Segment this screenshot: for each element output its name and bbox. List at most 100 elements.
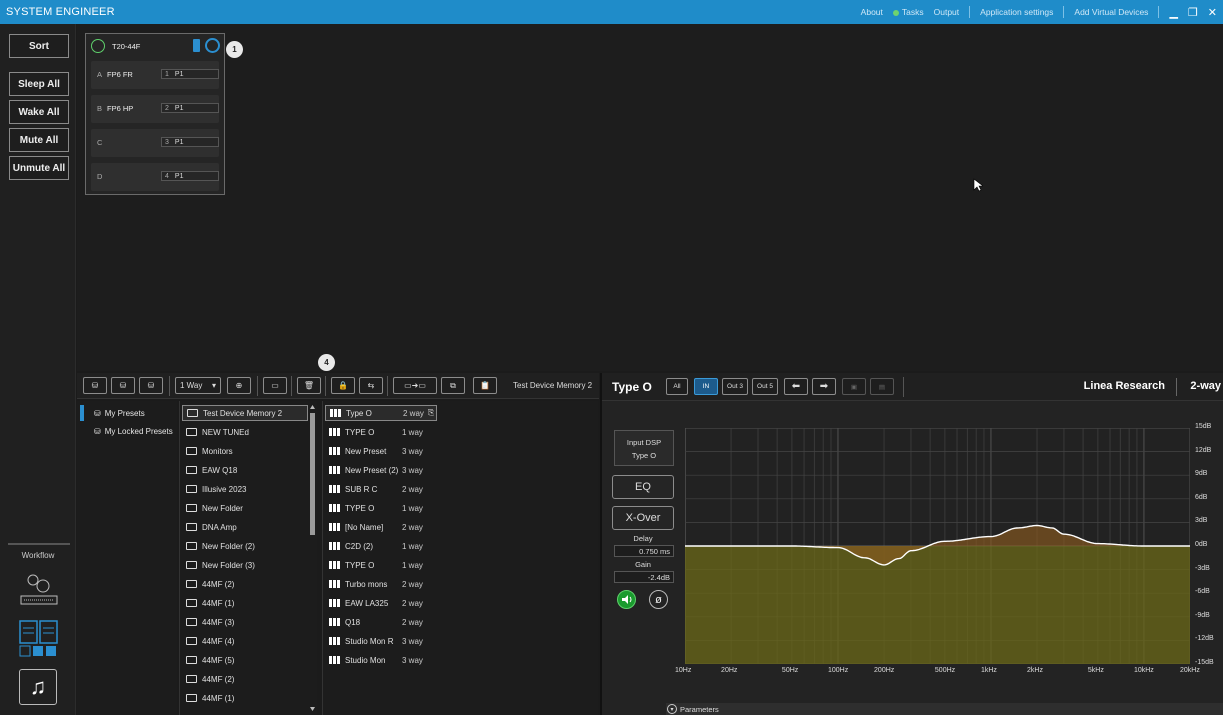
copy-icon[interactable]: ⧉ [441,377,465,394]
preset-row[interactable]: EAW LA325 2 way [325,595,437,611]
preset-name: [No Name] [345,522,384,532]
close-icon[interactable]: ✕ [1208,6,1217,19]
music-note-icon[interactable]: ♫ [19,669,57,705]
grid-icon [329,561,341,569]
load-icon[interactable]: ▤ [870,378,894,395]
device-card[interactable]: T20-44F A FP6 FR 1 P1 B FP6 HP 2 P1 C 3 P1 … [85,33,225,195]
menu-divider [1063,6,1065,18]
folder-scrollbar[interactable] [309,403,316,715]
channel-preset-box[interactable]: 3 P1 [161,137,219,147]
tab-out-5[interactable]: Out 5 [752,378,778,395]
folder-row[interactable]: Monitors [182,443,308,459]
menu-about[interactable]: About [861,7,883,17]
gain-field[interactable]: -2.4dB [614,571,674,583]
database-sync-icon[interactable]: ⛁ [111,377,135,394]
preset-type: 2 way [402,579,423,589]
delete-icon[interactable]: 🗑 [297,377,321,394]
channel-number: 1 [165,71,169,78]
folder-row[interactable]: Illusive 2023 [182,481,308,497]
workflow-settings-icon[interactable] [19,572,59,606]
preset-row[interactable]: SUB R C 2 way [325,481,437,497]
speaker-icon[interactable] [617,590,636,609]
preset-row[interactable]: [No Name] 2 way [325,519,437,535]
preset-row[interactable]: Type O 2 way ⎘ [325,405,437,421]
x-tick-label: 20Hz [721,667,738,674]
menu-tasks[interactable]: Tasks [892,7,924,17]
tab-out-3[interactable]: Out 3 [722,378,748,395]
folder-row[interactable]: 44MF (1) [182,595,308,611]
folder-row[interactable]: 44MF (2) [182,671,308,687]
xover-button[interactable]: X-Over [612,506,674,530]
cursor-icon [973,178,983,192]
preset-row[interactable]: Studio Mon R 3 way [325,633,437,649]
folder-row[interactable]: 44MF (5) [182,652,308,668]
input-dsp-label: Input DSP [626,438,662,447]
phase-invert-icon[interactable]: ø [649,590,668,609]
preset-row[interactable]: TYPE O 1 way [325,424,437,440]
folder-row[interactable]: EAW Q18 [182,462,308,478]
preset-row[interactable]: TYPE O 1 way [325,500,437,516]
input-dsp-box[interactable]: Input DSP Type O [614,430,674,466]
workflow-layout-icon[interactable] [19,620,59,658]
device-power-icon[interactable] [205,38,220,53]
new-folder-icon[interactable]: ▭ [263,377,287,394]
preset-row[interactable]: Studio Mon 3 way [325,652,437,668]
menu-add-virtual-devices[interactable]: Add Virtual Devices [1074,7,1148,17]
channel-preset-box[interactable]: 1 P1 [161,69,219,79]
preset-row[interactable]: Turbo mons 2 way [325,576,437,592]
folder-row[interactable]: 44MF (1) [182,690,308,706]
menu-application-settings[interactable]: Application settings [980,7,1053,17]
folder-row[interactable]: 44MF (4) [182,633,308,649]
preset-row[interactable]: TYPE O 1 way [325,557,437,573]
edit-preset-icon[interactable]: ⎘ [428,408,434,418]
folder-row[interactable]: Test Device Memory 2 [182,405,308,421]
tab-all[interactable]: All [666,378,688,395]
folder-row[interactable]: DNA Amp [182,519,308,535]
unmute-all-button[interactable]: Unmute All [9,156,69,180]
restore-icon[interactable]: ❐ [1188,6,1198,19]
channel-preset: P1 [174,105,184,112]
folder-icon [186,504,197,512]
preset-row[interactable]: Q18 2 way [325,614,437,630]
nav-label: My Presets [104,408,145,418]
nav-my-presets[interactable]: ⛁ My Presets [80,404,145,422]
channel-d[interactable]: D 4 P1 [91,163,219,191]
add-icon[interactable]: ⊕ [227,377,251,394]
eq-button[interactable]: EQ [612,475,674,499]
eq-frequency-response-chart[interactable] [685,428,1190,664]
mute-all-button[interactable]: Mute All [9,128,69,152]
minimize-icon[interactable]: ▁ [1169,6,1177,19]
channel-c[interactable]: C 3 P1 [91,129,219,157]
channel-b[interactable]: B FP6 HP 2 P1 [91,95,219,123]
folder-row[interactable]: New Folder [182,500,308,516]
preset-row[interactable]: C2D (2) 1 way [325,538,437,554]
move-folder-icon[interactable]: ▭➜▭ [393,377,437,394]
swap-icon[interactable]: ⇆ [359,377,383,394]
parameters-bar[interactable]: ▾ Parameters [666,703,1223,715]
preset-row[interactable]: New Preset 3 way [325,443,437,459]
database-export-icon[interactable]: ⛁ [139,377,163,394]
preset-row[interactable]: New Preset (2) 3 way [325,462,437,478]
save-icon[interactable]: ▣ [842,378,866,395]
sleep-all-button[interactable]: Sleep All [9,72,69,96]
channel-preset-box[interactable]: 2 P1 [161,103,219,113]
wake-all-button[interactable]: Wake All [9,100,69,124]
folder-row[interactable]: NEW TUNEd [182,424,308,440]
channel-a[interactable]: A FP6 FR 1 P1 [91,61,219,89]
lock-icon[interactable]: 🔒 [331,377,355,394]
folder-row[interactable]: New Folder (2) [182,538,308,554]
paste-icon[interactable]: 📋 [473,377,497,394]
folder-row[interactable]: New Folder (3) [182,557,308,573]
folder-row[interactable]: 44MF (2) [182,576,308,592]
arrow-left-icon[interactable]: ⬅ [784,378,808,395]
menu-output[interactable]: Output [934,7,960,17]
sort-button[interactable]: Sort [9,34,69,58]
tab-in[interactable]: IN [694,378,718,395]
arrow-right-icon[interactable]: ➡ [812,378,836,395]
folder-row[interactable]: 44MF (3) [182,614,308,630]
database-add-icon[interactable]: ⛁ [83,377,107,394]
way-select[interactable]: 1 Way ▾ [175,377,221,394]
delay-field[interactable]: 0.750 ms [614,545,674,557]
nav-my-locked-presets[interactable]: ⛁ My Locked Presets [80,422,173,440]
channel-preset-box[interactable]: 4 P1 [161,171,219,181]
